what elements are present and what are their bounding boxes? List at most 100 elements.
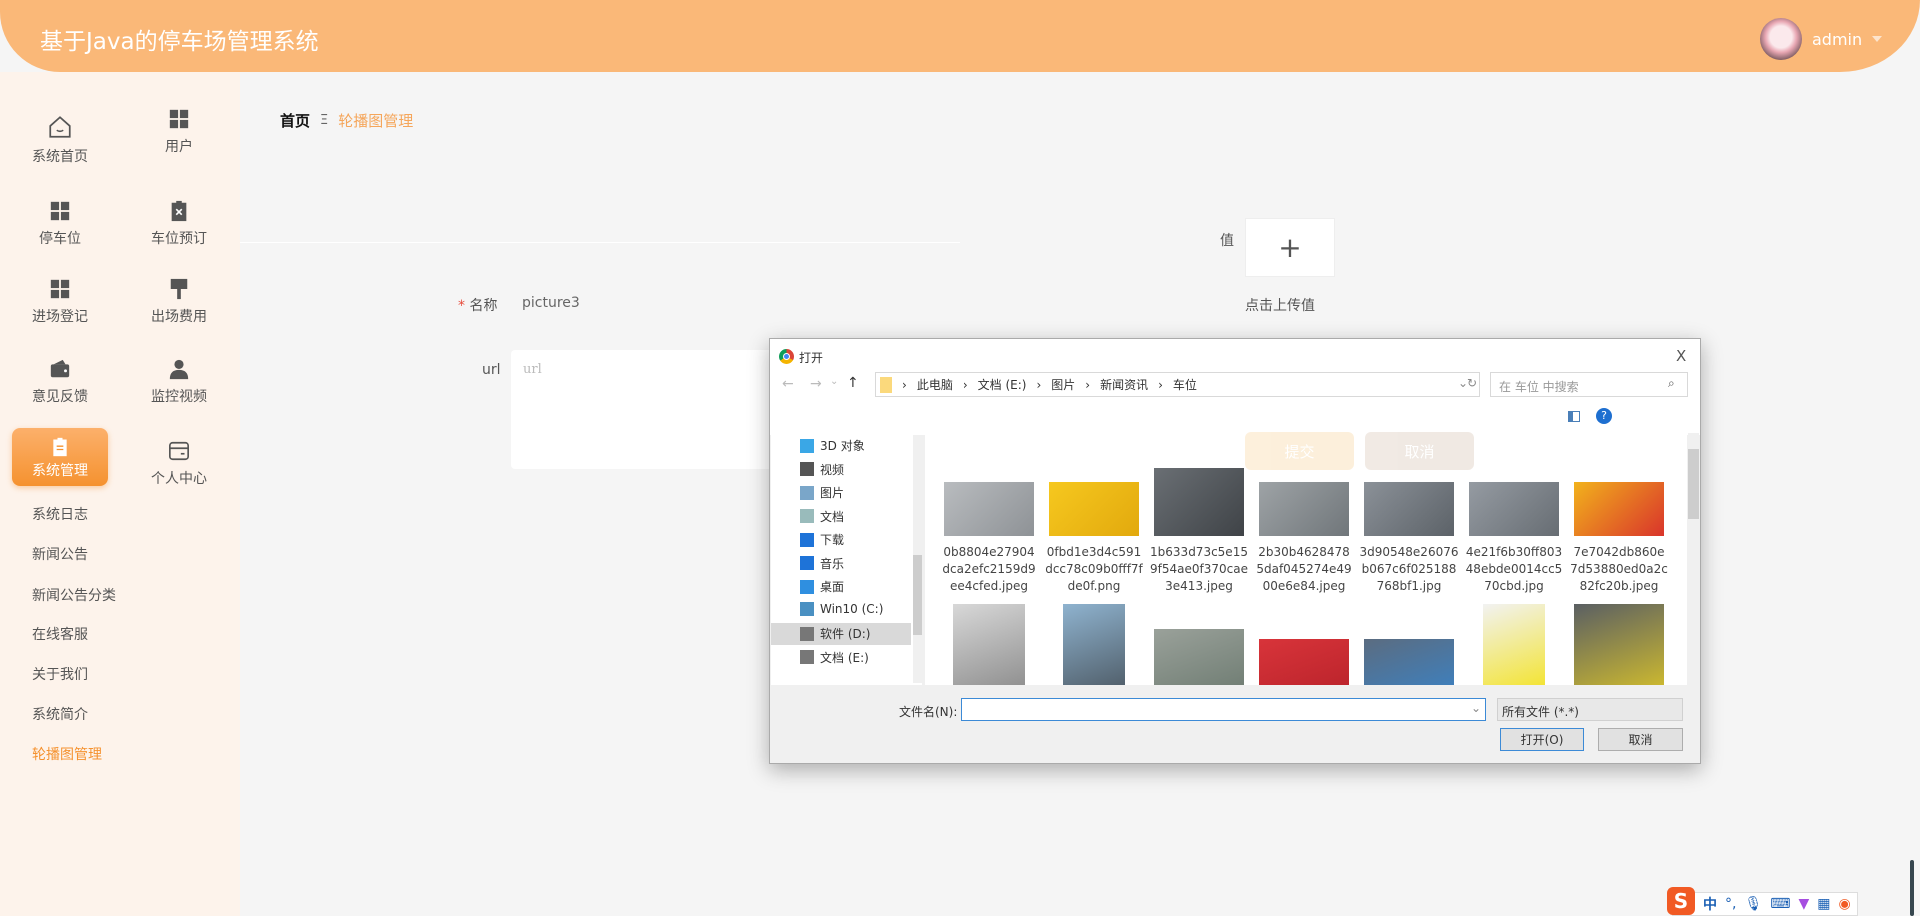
file-thumbnail[interactable] [1154,629,1244,685]
sidebar-item-exit-fees[interactable]: 出场费用 [124,278,234,326]
breadcrumb-home[interactable]: 首页 [280,110,310,131]
clipboard-x-icon [171,200,187,222]
submenu-news-category[interactable]: 新闻公告分类 [32,585,116,605]
volume-slider[interactable] [1910,860,1914,916]
submenu-carousel-management[interactable]: 轮播图管理 [32,744,102,764]
skin-icon[interactable]: ▼ [1798,896,1809,912]
path-segment[interactable]: 图片 [1051,376,1075,393]
sidebar-item-users[interactable]: 用户 [124,108,234,156]
sidebar-item-label: 停车位 [39,231,81,247]
file-item[interactable]: 2b30b4628478 5daf045274e49 00e6e84.jpeg [1254,468,1354,595]
sidebar-item-parking-spaces[interactable]: 停车位 [5,200,115,248]
file-thumbnail[interactable] [1483,604,1545,685]
file-thumbnail [1154,468,1244,536]
file-item[interactable]: 7e7042db860e 7d53880ed0a2c 82fc20b.jpeg [1569,468,1669,595]
sidebar-item-label: 意见反馈 [32,389,88,405]
tree-item[interactable]: 桌面 [800,578,844,595]
cancel-button[interactable]: 取消 [1365,432,1474,470]
breadcrumb-separator: Ξ [320,113,329,128]
tree-item-label: 视频 [820,462,845,477]
preview-pane-icon[interactable] [1568,411,1580,422]
sidebar-item-home[interactable]: 系统首页 [5,114,115,166]
sidebar-item-entry[interactable]: 进场登记 [5,278,115,326]
file-item[interactable]: 3d90548e26076 b067c6f025188 768bf1.jpg [1359,468,1459,595]
keyboard-icon[interactable]: ⌨ [1770,896,1790,912]
file-item[interactable]: 0fbd1e3d4c591 dcc78c09b0fff7f de0f.png [1044,468,1144,595]
file-thumbnail[interactable] [1259,639,1349,685]
back-icon[interactable]: ← [782,376,794,392]
sidebar-item-monitoring[interactable]: 监控视频 [124,358,234,406]
sidebar-item-system-management[interactable]: 系统管理 [12,428,108,486]
caret-down-icon [1872,36,1883,42]
file-scrollbar[interactable] [1688,433,1699,685]
mascot-icon[interactable]: ◉ [1838,896,1850,912]
ime-language[interactable]: 中 [1703,894,1717,914]
tree-item[interactable]: 下载 [800,531,844,548]
name-label: * 名称 [458,295,497,315]
sidebar-item-reservations[interactable]: 车位预订 [124,200,234,248]
forward-icon[interactable]: → [810,376,822,392]
file-item[interactable]: 4e21f6b30ff803 48ebde0014cc5 70cbd.jpg [1464,468,1564,595]
submenu-news[interactable]: 新闻公告 [32,544,88,564]
tree-item[interactable]: 视频 [800,461,844,478]
address-bar[interactable]: › 此电脑 › 文档 (E:) › 图片 › 新闻资讯 › 车位 [875,372,1480,397]
tree-item[interactable]: 音乐 [800,555,844,572]
nav-scrollbar[interactable] [913,435,922,683]
file-thumbnail[interactable] [1063,604,1125,685]
file-thumbnail[interactable] [953,604,1025,685]
toolbox-icon[interactable]: ▦ [1817,896,1830,912]
submenu-system-intro[interactable]: 系统简介 [32,704,88,724]
path-sep: › [1085,377,1091,392]
tree-item-label: 3D 对象 [820,439,865,453]
help-icon[interactable]: ? [1596,408,1612,424]
navigation-pane [771,433,922,685]
tree-item[interactable]: Win10 (C:) [800,601,883,616]
ime-punctuation[interactable]: °, [1725,896,1736,912]
submenu-system-log[interactable]: 系统日志 [32,504,88,524]
microphone-icon[interactable]: 🎙 [1744,896,1762,912]
file-item[interactable]: 1b633d73c5e15 9f54ae0f370cae 3e413.jpeg [1149,468,1249,595]
submenu-about-us[interactable]: 关于我们 [32,664,88,684]
path-segment[interactable]: 文档 (E:) [978,376,1027,393]
tree-item[interactable]: 软件 (D:) [800,625,870,642]
tree-item[interactable]: 文档 (E:) [800,649,869,666]
ime-toolbar[interactable]: S 中 °, 🎙 ⌨ ▼ ▦ ◉ [1667,887,1858,916]
tree-item[interactable]: 文档 [800,508,844,525]
name-input[interactable]: picture3 [522,295,580,311]
open-button[interactable]: 打开(O) [1500,728,1584,751]
tree-item-label: 文档 (E:) [820,650,869,665]
file-thumbnail[interactable] [1364,639,1454,685]
file-name-line: b067c6f025188 [1361,562,1457,576]
tree-item[interactable]: 图片 [800,484,844,501]
clipboard-icon [53,437,67,457]
up-icon[interactable]: ↑ [847,375,859,391]
filename-input[interactable] [961,698,1486,721]
file-thumbnail [1364,482,1454,536]
url-textarea[interactable]: url [511,350,791,469]
search-input[interactable]: 在 车位 中搜索 [1490,372,1688,397]
file-name-line: 0b8804e27904 [943,545,1035,559]
sidebar-item-profile[interactable]: 个人中心 [124,440,234,488]
sidebar-item-feedback[interactable]: 意见反馈 [5,358,115,406]
user-menu[interactable]: admin [1760,18,1883,60]
breadcrumb-current: 轮播图管理 [338,112,414,130]
file-open-dialog: 打开 X ← → ⌄ ↑ › 此电脑 › 文档 (E:) › 图片 › 新闻资讯 › 车位… [769,338,1701,764]
file-name-line: 7e7042db860e [1573,545,1665,559]
file-thumbnail [1574,482,1664,536]
tree-item[interactable]: 3D 对象 [800,437,865,454]
dialog-cancel-button[interactable]: 取消 [1598,728,1683,751]
path-segment[interactable]: 此电脑 [917,376,953,393]
path-segment[interactable]: 新闻资讯 [1100,376,1148,393]
file-type-select[interactable]: 所有文件 (*.*) [1497,698,1683,721]
upload-button[interactable]: + [1245,218,1335,277]
file-thumbnail[interactable] [1574,604,1664,685]
file-name-line: 768bf1.jpg [1376,579,1442,593]
file-item[interactable]: 0b8804e27904 dca2efc2159d9 ee4cfed.jpeg [939,468,1039,595]
path-segment[interactable]: 车位 [1173,376,1197,393]
recent-dropdown-icon[interactable]: ⌄ [830,376,838,387]
submit-button[interactable]: 提交 [1245,432,1354,470]
refresh-icon[interactable]: ↻ [1467,376,1477,390]
chevron-down-icon[interactable]: ⌄ [1471,701,1481,715]
close-icon[interactable]: X [1676,347,1686,365]
submenu-online-service[interactable]: 在线客服 [32,624,88,644]
